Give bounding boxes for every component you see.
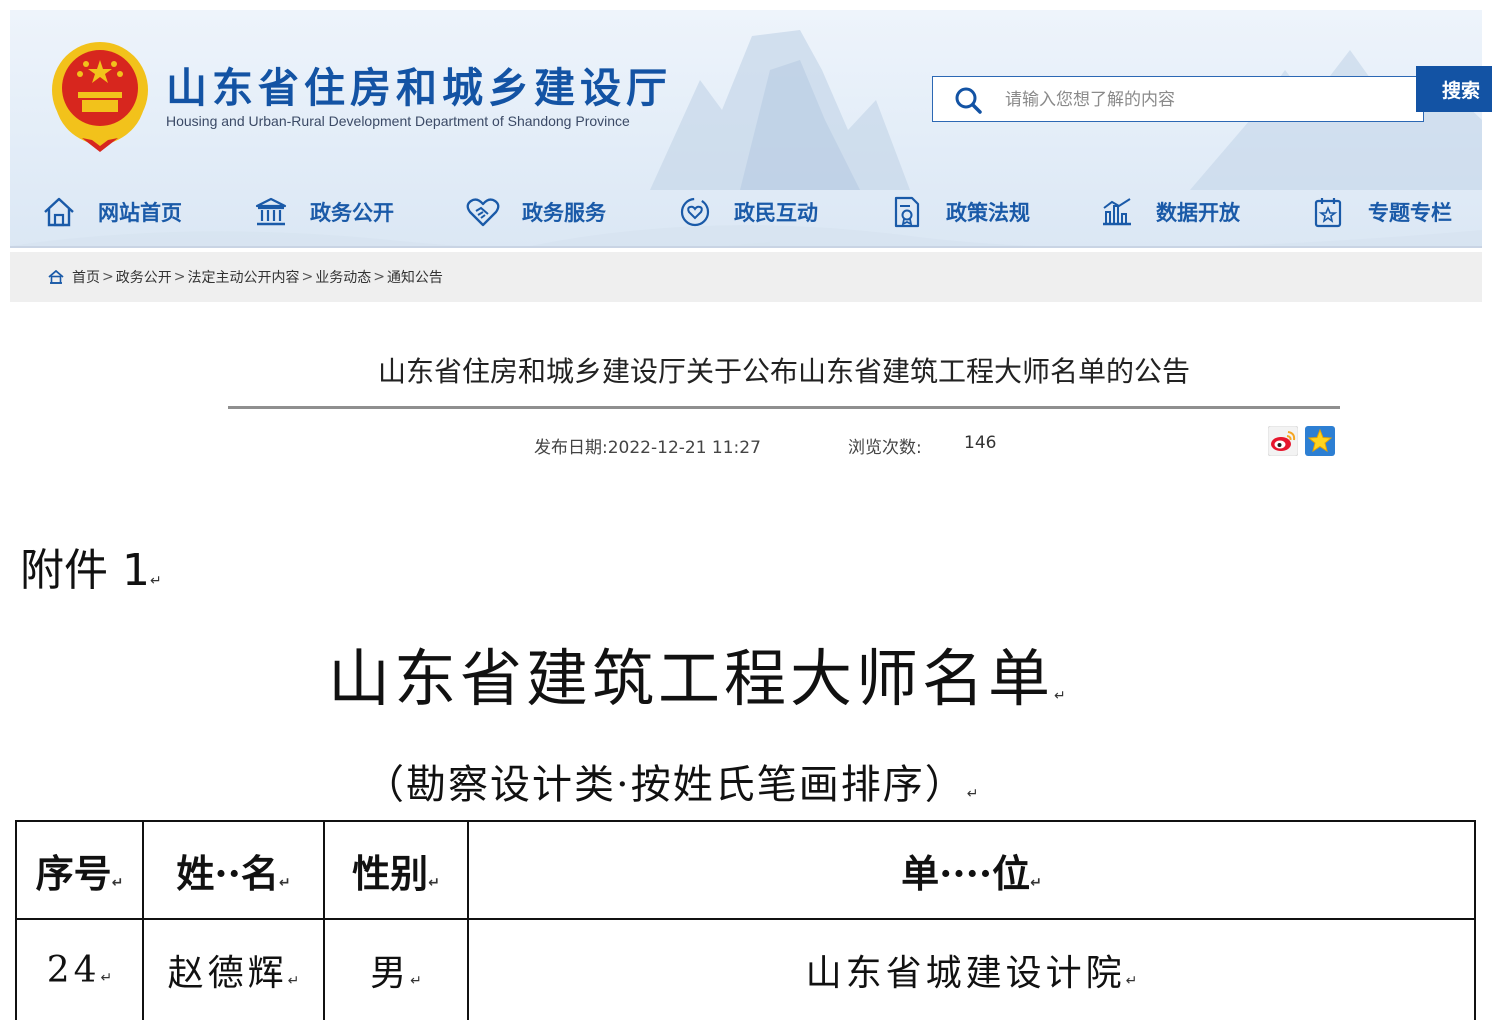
header-text: 姓··名 [176, 850, 279, 896]
breadcrumb-item-home[interactable]: 首页 [72, 267, 100, 287]
header-text: 单····位 [901, 850, 1031, 896]
government-building-icon [255, 197, 287, 226]
paragraph-mark: ↵ [278, 874, 291, 891]
table-header-cell: 性别↵ [323, 820, 469, 920]
table-cell: 男↵ [323, 918, 469, 1020]
home-icon[interactable] [48, 270, 64, 284]
interaction-heart-icon [680, 197, 710, 227]
breadcrumb-separator: > [373, 269, 385, 285]
cell-text: 男 [370, 953, 411, 994]
nav-item-home[interactable]: 网站首页 [42, 190, 182, 234]
breadcrumb-item-government-affairs[interactable]: 政务公开 [116, 267, 172, 287]
nav-item-policies-regulations[interactable]: 政策法规 [890, 190, 1030, 234]
article-title: 山东省住房和城乡建设厅关于公布山东省建筑工程大师名单的公告 [377, 355, 1190, 388]
paragraph-mark: ↵ [966, 786, 979, 802]
table-cell: 24↵ [15, 918, 144, 1020]
paragraph-mark: ↵ [410, 973, 422, 989]
nav-item-label: 网站首页 [98, 201, 182, 225]
header-bottom-band [10, 246, 1482, 248]
breadcrumb-separator: > [173, 269, 186, 285]
bar-chart-icon [1103, 198, 1131, 226]
attachment-label: 附件 1↵ [20, 534, 162, 598]
search-icon [955, 87, 982, 114]
nav-item-label: 数据开放 [1156, 201, 1240, 225]
title-divider [228, 406, 1340, 409]
nav-item-label: 政民互动 [734, 201, 818, 225]
cell-text: 赵德辉 [167, 953, 288, 994]
handshake-heart-icon [466, 198, 500, 227]
attachment-text: 附件 1 [20, 545, 150, 596]
nav-item-label: 专题专栏 [1368, 201, 1452, 225]
breadcrumb-item-statutory-disclosure[interactable]: 法定主动公开内容 [187, 267, 299, 287]
site-subtitle: Housing and Urban-Rural Development Depa… [166, 113, 630, 129]
table-header-cell: 单····位↵ [467, 820, 1476, 920]
main-nav: 网站首页 政务公开 政务服务 政民互动 政策法规 数据开放 专题专栏 [10, 190, 1482, 234]
publish-date: 发布日期:2022-12-21 11:27 [534, 438, 761, 458]
paragraph-mark: ↵ [287, 973, 300, 989]
paragraph-mark: ↵ [100, 969, 113, 986]
table-cell: 山东省城建设计院↵ [467, 918, 1476, 1020]
header-text: 序号 [35, 850, 112, 896]
nav-item-label: 政务公开 [310, 201, 394, 225]
nav-item-label: 政策法规 [946, 201, 1030, 225]
document-title: 山东省建筑工程大师名单↵ [328, 628, 1066, 718]
document-seal-icon [894, 196, 920, 228]
view-count-label: 浏览次数: [848, 438, 922, 458]
weibo-icon[interactable] [1268, 426, 1298, 456]
search-input[interactable] [1003, 85, 1407, 115]
document-subtitle-text: （勘察设计类·按姓氏笔画排序） [364, 762, 967, 808]
cell-text: 24 [46, 949, 101, 991]
nav-item-government-services[interactable]: 政务服务 [466, 190, 606, 234]
search-button[interactable]: 搜索 [1416, 66, 1492, 112]
nav-item-open-data[interactable]: 数据开放 [1100, 190, 1240, 234]
document-subtitle: （勘察设计类·按姓氏笔画排序）↵ [364, 752, 978, 810]
breadcrumb-separator: > [301, 269, 314, 285]
paragraph-mark: ↵ [149, 573, 162, 589]
table-header-cell: 姓··名↵ [142, 820, 325, 920]
home-icon [44, 197, 74, 227]
view-count-value: 146 [964, 433, 997, 453]
paragraph-mark: ↵ [428, 874, 440, 891]
special-topic-icon [1314, 198, 1342, 228]
header-text: 性别 [352, 850, 429, 896]
paragraph-mark: ↵ [111, 874, 124, 891]
table-row: 24↵ 赵德辉↵ 男↵ 山东省城建设计院↵ [15, 918, 1476, 1020]
breadcrumb-separator: > [102, 269, 114, 285]
favorite-star-icon[interactable] [1305, 426, 1335, 456]
nav-item-special-topics[interactable]: 专题专栏 [1312, 190, 1452, 234]
nav-item-government-affairs[interactable]: 政务公开 [254, 190, 394, 234]
table-header-row: 序号↵ 姓··名↵ 性别↵ 单····位↵ [15, 820, 1476, 920]
nav-item-label: 政务服务 [522, 201, 606, 225]
table-header-cell: 序号↵ [15, 820, 144, 920]
breadcrumb: 首页 > 政务公开 > 法定主动公开内容 > 业务动态 > 通知公告 [10, 252, 1482, 302]
nav-item-public-interaction[interactable]: 政民互动 [678, 190, 818, 234]
national-emblem-logo [52, 42, 148, 152]
site-header: 山东省住房和城乡建设厅 Housing and Urban-Rural Deve… [10, 10, 1482, 248]
document-title-text: 山东省建筑工程大师名单 [328, 642, 1055, 715]
paragraph-mark: ↵ [1125, 973, 1138, 989]
cell-text: 山东省城建设计院 [805, 953, 1126, 994]
table-cell: 赵德辉↵ [142, 918, 325, 1020]
search-box [932, 76, 1424, 122]
paragraph-mark: ↵ [1030, 874, 1042, 891]
breadcrumb-item-notices[interactable]: 通知公告 [387, 267, 443, 287]
breadcrumb-item-business-updates[interactable]: 业务动态 [315, 267, 371, 287]
site-title: 山东省住房和城乡建设厅 [166, 64, 672, 112]
masters-list-table: 序号↵ 姓··名↵ 性别↵ 单····位↵ 24↵ 赵德辉↵ 男↵ 山东省城建设… [15, 820, 1476, 1020]
paragraph-mark: ↵ [1054, 688, 1066, 704]
